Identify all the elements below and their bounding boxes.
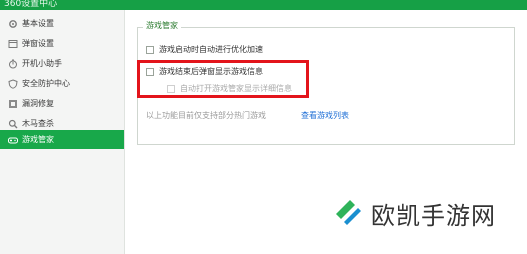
- support-note: 以上功能目前仅支持部分热门游戏: [146, 111, 266, 120]
- group-title: 游戏管家: [143, 20, 181, 31]
- gear-icon: [8, 19, 18, 29]
- sidebar: 基本设置 弹窗设置 开机小助手 安全防护中心 漏洞修复 木马查杀 游戏管家: [0, 10, 125, 254]
- window-title: 360设置中心: [0, 0, 527, 10]
- sidebar-item-label: 游戏管家: [22, 135, 54, 144]
- sidebar-item-label: 基本设置: [22, 19, 54, 28]
- view-game-list-link[interactable]: 查看游戏列表: [301, 110, 349, 121]
- option-label: 游戏启动时自动进行优化加速: [159, 45, 263, 54]
- sidebar-item-game-manager[interactable]: 游戏管家: [0, 130, 124, 149]
- shield-icon: [8, 78, 18, 89]
- settings-window: 360设置中心 基本设置 弹窗设置 开机小助手 安全防护中心 漏洞修复 木马查杀…: [0, 0, 527, 254]
- checkbox[interactable]: [146, 45, 154, 54]
- gamepad-icon: [8, 135, 18, 145]
- sidebar-item-security-center[interactable]: 安全防护中心: [0, 74, 124, 93]
- annotation-highlight: [137, 60, 309, 98]
- sidebar-item-label: 木马查杀: [22, 119, 54, 128]
- sidebar-item-popup-settings[interactable]: 弹窗设置: [0, 34, 124, 53]
- sidebar-item-label: 弹窗设置: [22, 39, 54, 48]
- scan-icon: [8, 119, 18, 129]
- watermark-text: 欧凯手游网: [371, 202, 496, 230]
- sidebar-item-label: 安全防护中心: [22, 79, 70, 88]
- sidebar-item-basic-settings[interactable]: 基本设置: [0, 14, 124, 33]
- watermark-logo-icon: [333, 197, 363, 231]
- sidebar-item-vulnerability-fix[interactable]: 漏洞修复: [0, 94, 124, 113]
- option-auto-optimize[interactable]: 游戏启动时自动进行优化加速: [146, 44, 263, 55]
- sidebar-item-label: 开机小助手: [22, 59, 62, 68]
- timer-icon: [8, 59, 18, 69]
- popup-icon: [8, 39, 18, 49]
- patch-icon: [8, 99, 18, 109]
- watermark: 欧凯手游网: [333, 196, 496, 231]
- sidebar-item-boot-assistant[interactable]: 开机小助手: [0, 54, 124, 73]
- sidebar-item-label: 漏洞修复: [22, 99, 54, 108]
